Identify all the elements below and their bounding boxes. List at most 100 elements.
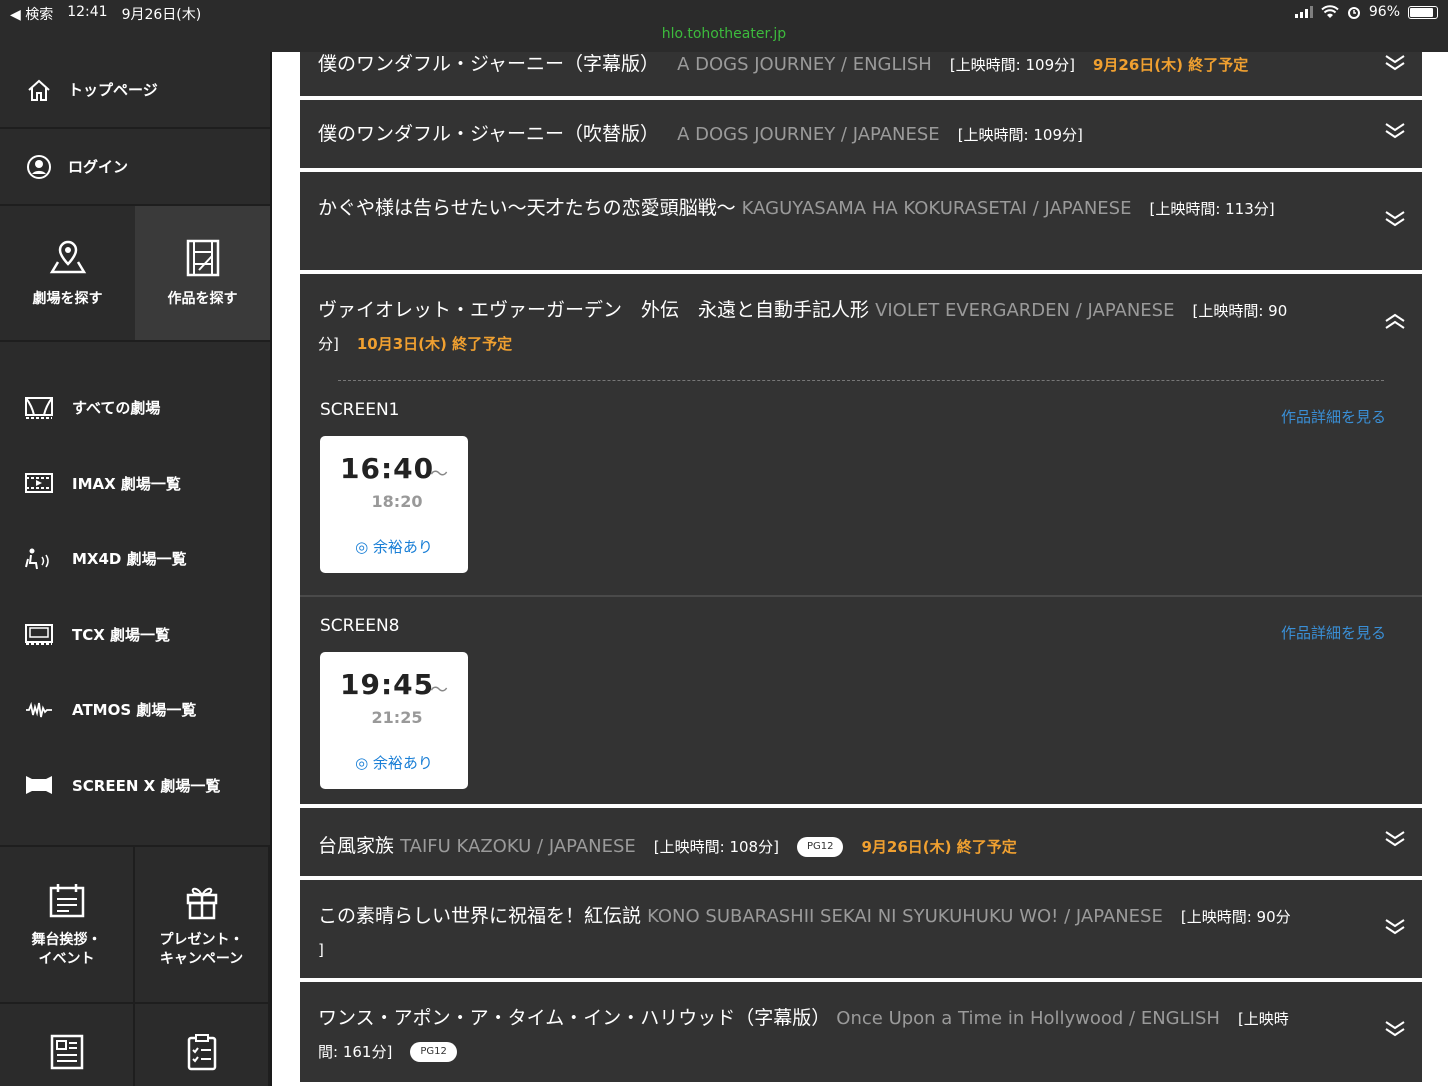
showtime-card[interactable]: 16:40 〜 18:20 ◎ 余裕あり (320, 436, 468, 573)
sidebar: トップページ ログイン 劇場を探す 作品を探す すべての劇場 IMAX 劇場一覧… (0, 52, 272, 1086)
clock: 12:41 (67, 4, 108, 20)
chevron-down-icon[interactable] (1384, 918, 1406, 936)
status-bar: ◀ 検索 12:41 9月26日(木) hlo.tohotheater.jp 9… (0, 0, 1448, 52)
movie-title-jp: ワンス・アポン・ア・タイム・イン・ハリウッド（字幕版） (318, 1007, 831, 1029)
chevron-down-icon[interactable] (1384, 122, 1406, 140)
movie-end-date: 9月26日(木) 終了予定 (861, 838, 1017, 856)
checklist-button[interactable] (135, 1004, 270, 1086)
back-to-search-link[interactable]: ◀ 検索 (10, 4, 53, 24)
chevron-up-icon[interactable] (1384, 312, 1406, 330)
showtime-card[interactable]: 19:45 〜 21:25 ◎ 余裕あり (320, 652, 468, 789)
sidebar-item-atmos[interactable]: ATMOS 劇場一覧 (0, 672, 270, 748)
showtime-end: 18:20 (371, 492, 423, 511)
movie-title-line: 僕のワンダフル・ジャーニー（吹替版） A DOGS JOURNEY / JAPAN… (318, 118, 1362, 151)
movie-title-jp: 台風家族 (318, 835, 395, 857)
presents-label-line2: キャンペーン (159, 950, 244, 967)
movie-title-jp: 僕のワンダフル・ジャーニー（吹替版） (318, 123, 660, 145)
movie-title-line[interactable]: ヴァイオレット・エヴァーガーデン 外伝 永遠と自動手記人形 VIOLET EVE… (318, 294, 1362, 360)
status-right: 96% (1294, 4, 1438, 20)
chevron-down-icon[interactable] (1384, 210, 1406, 228)
date: 9月26日(木) (121, 7, 202, 23)
movie-detail-link[interactable]: 作品詳細を見る (1281, 406, 1386, 427)
movie-title-en: TAIFU KAZOKU / JAPANESE (400, 836, 636, 857)
movie-end-date: 10月3日(木) 終了予定 (356, 335, 513, 353)
movie-list: 僕のワンダフル・ジャーニー（字幕版） A DOGS JOURNEY / ENGLI… (274, 52, 1448, 1086)
news-icon (50, 1034, 83, 1070)
chevron-down-icon[interactable] (1384, 830, 1406, 848)
movie-duration: [上映時間: 108分] (653, 838, 779, 856)
screen-block: SCREEN8 作品詳細を見る 19:45 〜 21:25 ◎ 余裕あり (300, 610, 1422, 800)
screen-name: SCREEN8 (320, 616, 400, 636)
movie-title-en: KAGUYASAMA HA KOKURASETAI / JAPANESE (741, 198, 1132, 219)
sidebar-item-mx4d[interactable]: MX4D 劇場一覧 (0, 521, 270, 597)
movie-detail-link[interactable]: 作品詳細を見る (1281, 622, 1386, 643)
sidebar-item-tcx[interactable]: TCX 劇場一覧 (0, 597, 270, 673)
find-theater-label: 劇場を探す (32, 291, 103, 307)
alarm-icon (1347, 7, 1360, 19)
movie-title-jp: ヴァイオレット・エヴァーガーデン 外伝 永遠と自動手記人形 (318, 299, 870, 321)
tcx-icon (25, 624, 53, 646)
availability-status: ◎ 余裕あり (355, 538, 433, 556)
movie-row-expanded: ヴァイオレット・エヴァーガーデン 外伝 永遠と自動手記人形 VIOLET EVE… (300, 274, 1422, 804)
screen-name: SCREEN1 (320, 400, 400, 420)
movie-title-jp: かぐや様は告らせたい〜天才たちの恋愛頭脳戦〜 (318, 197, 736, 219)
sidebar-item-label: トップページ (68, 81, 158, 99)
find-movie-label: 作品を探す (167, 291, 238, 307)
presents-button[interactable]: プレゼント・ キャンペーン (135, 847, 270, 1002)
clipboard-icon (187, 1034, 216, 1071)
events-label: 舞台挨拶・ イベント (32, 931, 102, 967)
sidebar-item-all-theaters[interactable]: すべての劇場 (0, 370, 270, 446)
status-left: ◀ 検索 12:41 9月26日(木) (10, 4, 201, 24)
screenx-icon (26, 776, 52, 795)
showtime-tilde: 〜 (430, 680, 448, 701)
movie-title-en: VIOLET EVERGARDEN / JAPANESE (875, 300, 1175, 321)
movie-duration-cont: ] (318, 941, 324, 959)
movie-title-jp: 僕のワンダフル・ジャーニー（字幕版） (318, 53, 660, 75)
movie-duration: [上映時間: 109分] (957, 126, 1083, 144)
movie-title-line: この素晴らしい世界に祝福を！紅伝説 KONO SUBARASHII SEKAI … (318, 900, 1362, 966)
sidebar-item-screenx[interactable]: SCREEN X 劇場一覧 (0, 748, 270, 824)
movie-end-date: 9月26日(木) 終了予定 (1092, 56, 1249, 74)
sidebar-item-label: TCX 劇場一覧 (72, 625, 171, 644)
dashed-divider (338, 380, 1384, 381)
sidebar-event-grid: 舞台挨拶・ イベント プレゼント・ キャンペーン (0, 847, 270, 1004)
find-movie-button[interactable]: 作品を探す (135, 206, 270, 340)
sidebar-item-login[interactable]: ログイン (0, 129, 270, 206)
movie-row[interactable]: ワンス・アポン・ア・タイム・イン・ハリウッド（字幕版） Once Upon a … (300, 982, 1422, 1082)
signal-icon (1294, 6, 1313, 18)
events-label-line1: 舞台挨拶・ (31, 932, 102, 949)
presents-label: プレゼント・ キャンペーン (160, 931, 244, 967)
movie-title-line: 僕のワンダフル・ジャーニー（字幕版） A DOGS JOURNEY / ENGLI… (318, 52, 1362, 81)
showtime-tilde: 〜 (430, 464, 448, 485)
movie-title-en: A DOGS JOURNEY / JAPANESE (677, 124, 940, 145)
movie-row[interactable]: 台風家族 TAIFU KAZOKU / JAPANESE [上映時間: 108分]… (300, 808, 1422, 876)
movie-duration-cont: 分] (318, 335, 339, 353)
movie-title-en: KONO SUBARASHII SEKAI NI SYUKUHUKU WO! /… (647, 906, 1163, 927)
chevron-down-icon[interactable] (1384, 54, 1406, 72)
showtime-start: 19:45 (340, 668, 435, 701)
rating-badge: PG12 (410, 1041, 457, 1062)
movie-row[interactable]: 僕のワンダフル・ジャーニー（字幕版） A DOGS JOURNEY / ENGLI… (300, 52, 1422, 96)
events-label-line2: イベント (38, 950, 95, 967)
home-icon (28, 79, 50, 101)
movie-row[interactable]: 僕のワンダフル・ジャーニー（吹替版） A DOGS JOURNEY / JAPAN… (300, 100, 1422, 168)
movie-row[interactable]: この素晴らしい世界に祝福を！紅伝説 KONO SUBARASHII SEKAI … (300, 880, 1422, 978)
movie-row[interactable]: かぐや様は告らせたい〜天才たちの恋愛頭脳戦〜 KAGUYASAMA HA KOK… (300, 172, 1422, 270)
movie-duration: [上映時間: 113分] (1149, 200, 1275, 218)
sidebar-more-grid (0, 1004, 270, 1086)
movie-duration: [上映時間: 90分 (1180, 908, 1291, 926)
movie-title-line: かぐや様は告らせたい〜天才たちの恋愛頭脳戦〜 KAGUYASAMA HA KOK… (318, 192, 1362, 225)
imax-icon (25, 473, 53, 494)
events-button[interactable]: 舞台挨拶・ イベント (0, 847, 135, 1002)
chevron-down-icon[interactable] (1384, 1020, 1406, 1038)
presents-label-line1: プレゼント・ (159, 932, 244, 949)
news-button[interactable] (0, 1004, 135, 1086)
sidebar-search-grid: 劇場を探す 作品を探す (0, 206, 270, 342)
sidebar-item-label: ATMOS 劇場一覧 (72, 701, 197, 720)
find-theater-button[interactable]: 劇場を探す (0, 206, 135, 340)
showtime-end: 21:25 (371, 708, 423, 727)
sidebar-item-imax[interactable]: IMAX 劇場一覧 (0, 446, 270, 522)
sidebar-item-top-page[interactable]: トップページ (0, 52, 270, 129)
url-bar[interactable]: hlo.tohotheater.jp (0, 26, 1448, 42)
wifi-icon (1321, 5, 1339, 18)
